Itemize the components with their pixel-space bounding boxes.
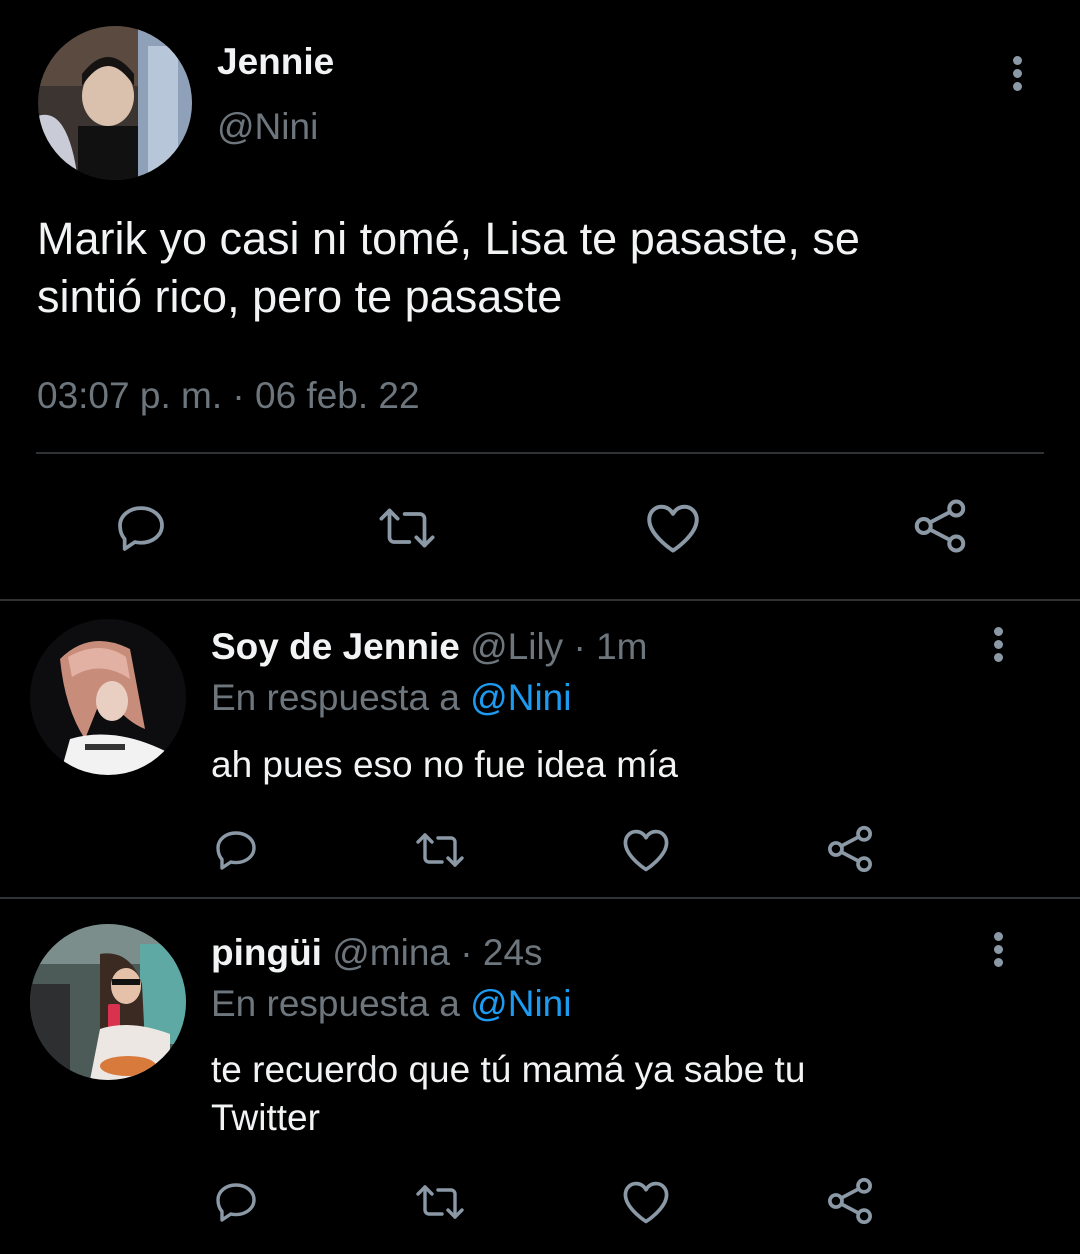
- reply-context: En respuesta a @Nini: [211, 982, 571, 1026]
- reply-header: pingüi @mina · 24s: [211, 931, 543, 975]
- reply-icon[interactable]: [212, 1178, 260, 1226]
- main-author-name[interactable]: Jennie: [217, 40, 334, 84]
- reply-author-name[interactable]: Soy de Jennie: [211, 626, 460, 667]
- reply-time[interactable]: 1m: [596, 626, 647, 667]
- retweet-icon[interactable]: [413, 826, 467, 874]
- reply-text: te recuerdo que tú mamá ya sabe tu Twitt…: [211, 1046, 805, 1142]
- main-tweet-text-line: Marik yo casi ni tomé, Lisa te pasaste, …: [37, 213, 860, 264]
- reply-header: Soy de Jennie @Lily · 1m: [211, 625, 647, 669]
- divider: [0, 599, 1080, 601]
- reply-author-avatar[interactable]: [30, 619, 186, 775]
- main-tweet-timestamp[interactable]: 03:07 p. m. · 06 feb. 22: [37, 374, 420, 418]
- reply-separator: ·: [460, 932, 473, 973]
- more-options-icon[interactable]: [1011, 56, 1023, 95]
- reply-separator: ·: [573, 626, 586, 667]
- reply-text-line: ah pues eso no fue idea mía: [211, 744, 678, 785]
- reply-to-link[interactable]: @Nini: [470, 677, 571, 718]
- main-tweet-text: Marik yo casi ni tomé, Lisa te pasaste, …: [37, 210, 860, 326]
- reply-author-avatar[interactable]: [30, 924, 186, 1080]
- main-tweet-text-line: sintió rico, pero te pasaste: [37, 271, 563, 322]
- main-author-avatar[interactable]: [38, 26, 192, 180]
- reply-author-handle[interactable]: @Lily: [470, 626, 563, 667]
- reply-icon[interactable]: [212, 826, 260, 874]
- reply-time[interactable]: 24s: [483, 932, 543, 973]
- reply-to-link[interactable]: @Nini: [470, 983, 571, 1024]
- heart-icon[interactable]: [620, 1178, 672, 1226]
- reply-text: ah pues eso no fue idea mía: [211, 741, 678, 789]
- more-options-icon[interactable]: [992, 932, 1004, 971]
- share-icon[interactable]: [824, 823, 876, 875]
- more-options-icon[interactable]: [992, 627, 1004, 666]
- divider: [36, 452, 1044, 454]
- reply-context-label: En respuesta a: [211, 677, 460, 718]
- heart-icon[interactable]: [620, 826, 672, 874]
- retweet-icon[interactable]: [376, 500, 438, 556]
- reply-text-line: te recuerdo que tú mamá ya sabe tu: [211, 1049, 806, 1090]
- reply-author-name[interactable]: pingüi: [211, 932, 322, 973]
- reply-icon[interactable]: [113, 500, 169, 556]
- share-icon[interactable]: [910, 496, 970, 556]
- heart-icon[interactable]: [643, 500, 703, 556]
- reply-text-line: Twitter: [211, 1097, 320, 1138]
- divider: [0, 897, 1080, 899]
- retweet-icon[interactable]: [413, 1178, 467, 1226]
- share-icon[interactable]: [824, 1175, 876, 1227]
- reply-author-handle[interactable]: @mina: [332, 932, 450, 973]
- reply-context: En respuesta a @Nini: [211, 676, 571, 720]
- reply-context-label: En respuesta a: [211, 983, 460, 1024]
- main-author-handle[interactable]: @Nini: [217, 105, 318, 149]
